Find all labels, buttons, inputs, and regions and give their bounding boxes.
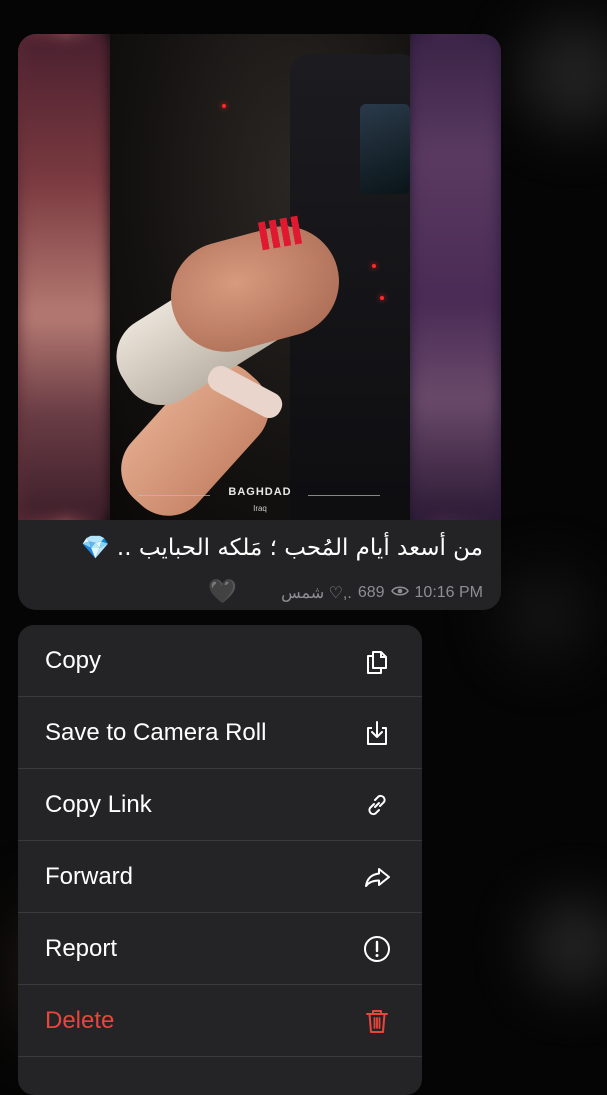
photo: BAGHDAD Iraq	[110, 34, 410, 520]
link-icon	[360, 788, 394, 822]
menu-item-label: Report	[45, 934, 118, 962]
message-meta: شمس ♡,. 689 10:16 PM	[208, 583, 483, 603]
message-author: شمس ♡,.	[281, 585, 352, 602]
backdrop-blur	[500, 570, 590, 660]
copy-icon	[360, 644, 394, 678]
location-sticker-name: BAGHDAD	[228, 486, 292, 498]
message-time: 10:16 PM	[414, 584, 483, 601]
trash-icon	[360, 1004, 394, 1038]
message-views: 689	[357, 584, 385, 601]
forward-arrow-icon	[360, 860, 394, 894]
context-menu: Copy Save to Camera Roll Copy Link Forwa…	[18, 625, 422, 1095]
location-sticker-sub: Iraq	[253, 504, 267, 513]
message-caption: من أسعد أيام المُحب ؛ مَلكه الحبايب .. 💎	[80, 535, 483, 561]
menu-item-delete[interactable]: Delete	[18, 985, 422, 1057]
menu-item-label: Delete	[45, 1006, 115, 1034]
menu-item-copy-link[interactable]: Copy Link	[18, 769, 422, 841]
save-download-icon	[360, 716, 394, 750]
menu-item-forward[interactable]: Forward	[18, 841, 422, 913]
message-bubble[interactable]: BAGHDAD Iraq من أسعد أيام المُحب ؛ مَلكه…	[18, 34, 501, 610]
menu-item-label: Copy	[45, 646, 102, 674]
backdrop-blur	[530, 900, 607, 990]
backdrop-blur	[520, 20, 607, 130]
menu-item-save-to-camera-roll[interactable]: Save to Camera Roll	[18, 697, 422, 769]
menu-item-report[interactable]: Report	[18, 913, 422, 985]
media-preview[interactable]: BAGHDAD Iraq	[18, 34, 501, 520]
menu-item-label: Forward	[45, 862, 134, 890]
menu-item-label: Copy Link	[45, 790, 152, 818]
exclamation-circle-icon	[360, 932, 394, 966]
menu-item-copy[interactable]: Copy	[18, 625, 422, 697]
menu-item-label: Save to Camera Roll	[45, 718, 267, 746]
eye-icon	[390, 584, 409, 602]
